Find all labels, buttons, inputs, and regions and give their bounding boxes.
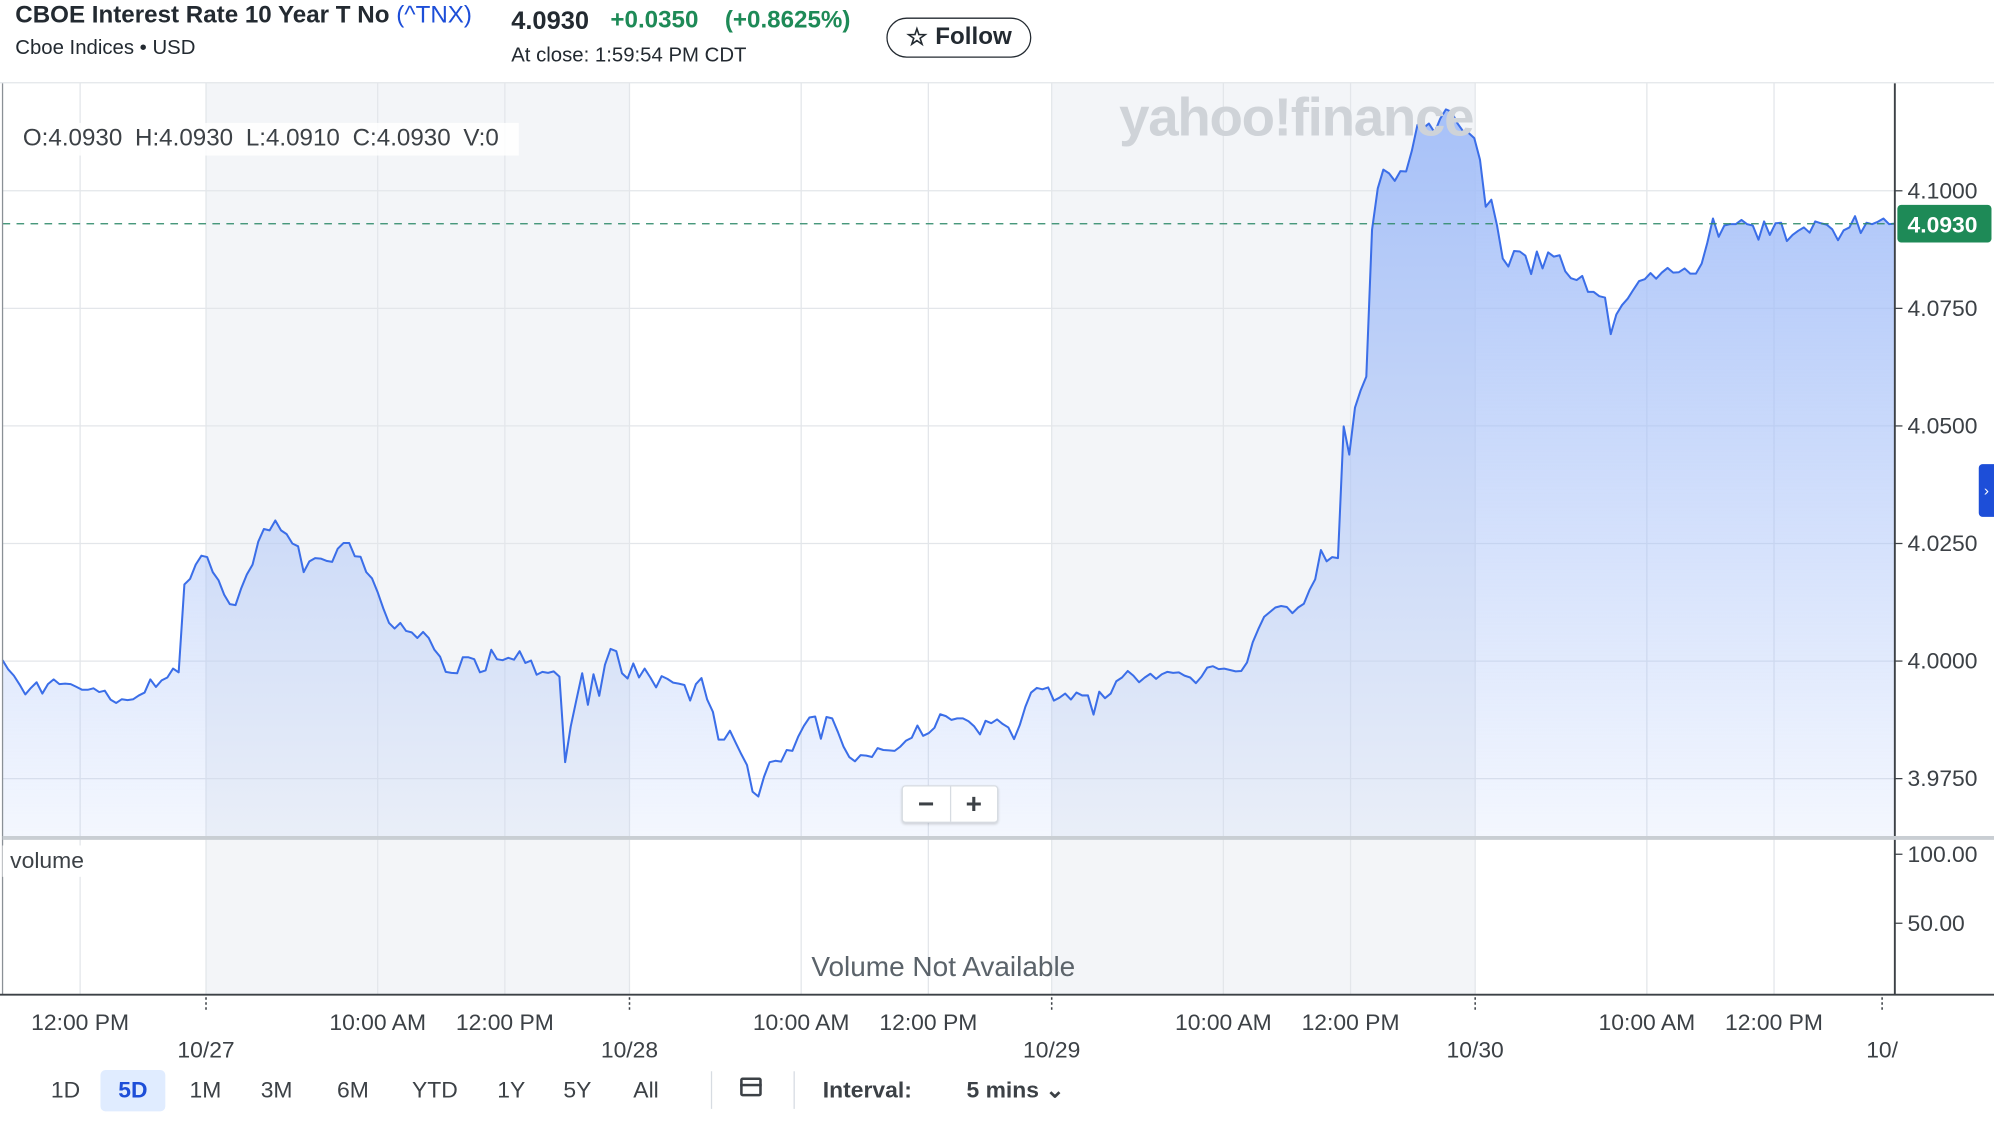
x-axis-tick-label: 12:00 PM — [456, 1009, 554, 1035]
ohlc-open: O:4.0930 — [22, 125, 123, 152]
ohlc-low: L:4.0910 — [245, 125, 340, 152]
x-axis-tick-label: 10:00 AM — [753, 1009, 850, 1035]
range-1y[interactable]: 1Y — [497, 1078, 525, 1104]
x-axis-tick-label: 10/28 — [601, 1037, 658, 1063]
interval-label: Interval: — [822, 1077, 912, 1103]
range-ytd[interactable]: YTD — [412, 1078, 458, 1104]
last-price-label: 4.0930 — [1908, 212, 1978, 238]
range-1d[interactable]: 1D — [51, 1078, 80, 1104]
y-axis-tick-label: 3.9750 — [1908, 765, 1978, 791]
y-axis-tick-label: 4.1000 — [1908, 177, 1978, 203]
ohlc-readout: O:4.0930 H:4.0930 L:4.0910 C:4.0930 V:0 — [15, 122, 520, 156]
interval-select[interactable]: 5 mins ⌄ — [966, 1078, 1064, 1104]
x-axis-tick-label: 12:00 PM — [31, 1009, 129, 1035]
zoom-out-button[interactable]: − — [903, 786, 951, 822]
x-axis-tick-label: 10:00 AM — [1599, 1009, 1696, 1035]
toolbar-divider — [710, 1071, 713, 1109]
range-5y[interactable]: 5Y — [563, 1078, 591, 1104]
y-axis-tick-label: 4.0250 — [1908, 530, 1978, 556]
ohlc-volume: V:0 — [463, 125, 499, 152]
chart-page: CBOE Interest Rate 10 Year T No (^TNX) C… — [0, 0, 1994, 1129]
x-axis-tick-label: 10:00 AM — [329, 1009, 426, 1035]
x-axis-tick-label: 10:00 AM — [1175, 1009, 1272, 1035]
volume-axis-tick-label: 100.00 — [1908, 841, 1978, 867]
range-5d[interactable]: 5D — [100, 1070, 166, 1112]
x-axis-tick-label: 12:00 PM — [1302, 1009, 1400, 1035]
range-6m[interactable]: 6M — [337, 1078, 369, 1104]
zoom-in-button[interactable]: + — [951, 787, 997, 822]
yahoo-finance-watermark: yahoo!finance — [1119, 87, 1474, 149]
x-axis-tick-label: 12:00 PM — [879, 1009, 977, 1035]
price-chart[interactable]: 4.1000 4.0750 4.0500 4.0250 4.0000 3.9750 4.09… — [0, 0, 1994, 1066]
range-3m[interactable]: 3M — [261, 1078, 293, 1104]
x-axis-tick-label: 10/30 — [1447, 1037, 1504, 1063]
chevron-right-icon: › — [1983, 481, 1989, 500]
range-all[interactable]: All — [633, 1078, 658, 1104]
expand-panel-handle[interactable]: › — [1978, 464, 1994, 517]
y-axis-tick-label: 4.0750 — [1908, 295, 1978, 321]
zoom-controls: − + — [901, 785, 999, 823]
volume-not-available: Volume Not Available — [811, 950, 1076, 983]
y-axis-tick-label: 4.0000 — [1908, 648, 1978, 674]
range-1m[interactable]: 1M — [189, 1078, 221, 1104]
x-axis-tick-label: 10/ — [1866, 1037, 1898, 1063]
ohlc-high: H:4.0930 — [135, 125, 234, 152]
y-axis-tick-label: 4.0500 — [1908, 413, 1978, 439]
volume-axis-tick-label: 50.00 — [1908, 910, 1965, 936]
x-axis-tick-label: 10/27 — [177, 1037, 234, 1063]
ohlc-close: C:4.0930 — [352, 125, 451, 152]
x-axis-tick-label: 12:00 PM — [1725, 1009, 1823, 1035]
x-axis-tick-label: 10/29 — [1023, 1037, 1080, 1063]
volume-panel-label: volume — [2, 845, 92, 877]
calendar-icon[interactable] — [740, 1077, 762, 1097]
toolbar-divider — [793, 1071, 795, 1109]
range-toolbar: 1D 5D 1M 3M 6M YTD 1Y 5Y All Interval: 5… — [0, 1066, 1994, 1116]
